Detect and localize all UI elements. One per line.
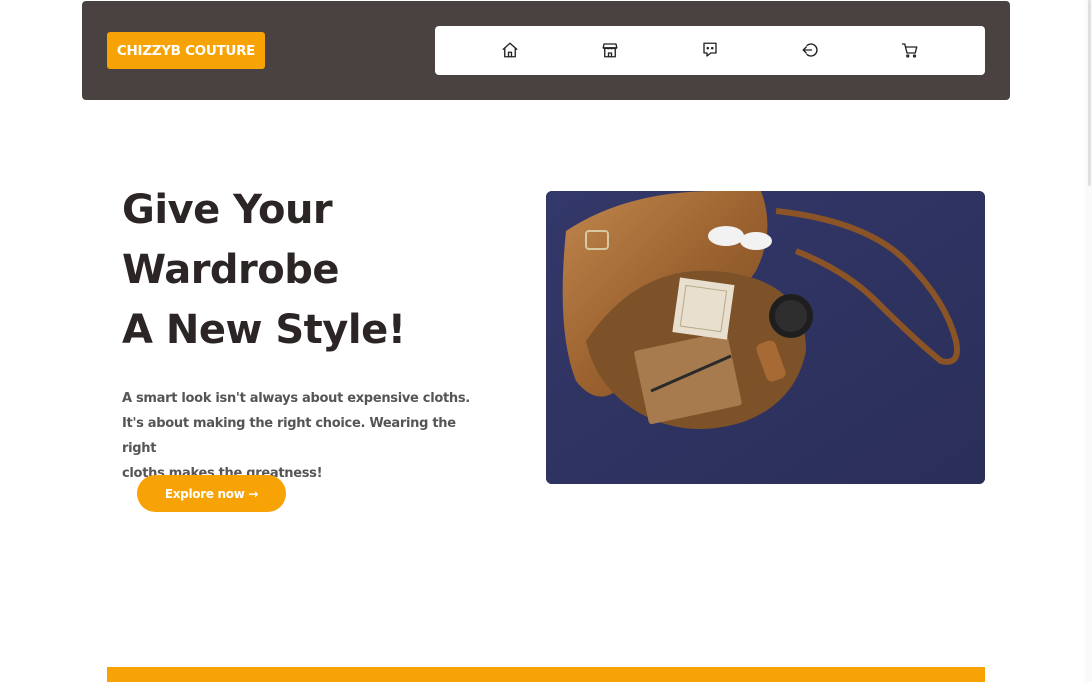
- hero-description: A smart look isn't always about expensiv…: [122, 386, 492, 486]
- cart-icon[interactable]: [900, 40, 920, 60]
- footer-accent-bar: [107, 667, 985, 682]
- login-icon[interactable]: [800, 40, 820, 60]
- explore-now-button[interactable]: Explore now →: [137, 475, 286, 512]
- hero-title-line-1: Give Your: [122, 187, 333, 233]
- hero-image: [546, 191, 985, 484]
- hero-description-line-2: It's about making the right choice. Wear…: [122, 416, 456, 456]
- home-icon[interactable]: [500, 40, 520, 60]
- scrollbar-thumb[interactable]: [1088, 0, 1091, 186]
- bag-photo: [546, 191, 985, 484]
- top-navbar: CHIZZYB COUTURE: [82, 1, 1010, 100]
- hero-title: Give Your Wardrobe A New Style!: [122, 180, 522, 360]
- page-scrollbar[interactable]: [1085, 0, 1092, 682]
- nav-links: [435, 26, 985, 75]
- hero-description-line-1: A smart look isn't always about expensiv…: [122, 391, 470, 406]
- store-icon[interactable]: [600, 40, 620, 60]
- hero-title-line-2: Wardrobe: [122, 247, 340, 293]
- hero-title-line-3: A New Style!: [122, 307, 406, 353]
- chat-icon[interactable]: [700, 40, 720, 60]
- brand-logo[interactable]: CHIZZYB COUTURE: [107, 32, 265, 69]
